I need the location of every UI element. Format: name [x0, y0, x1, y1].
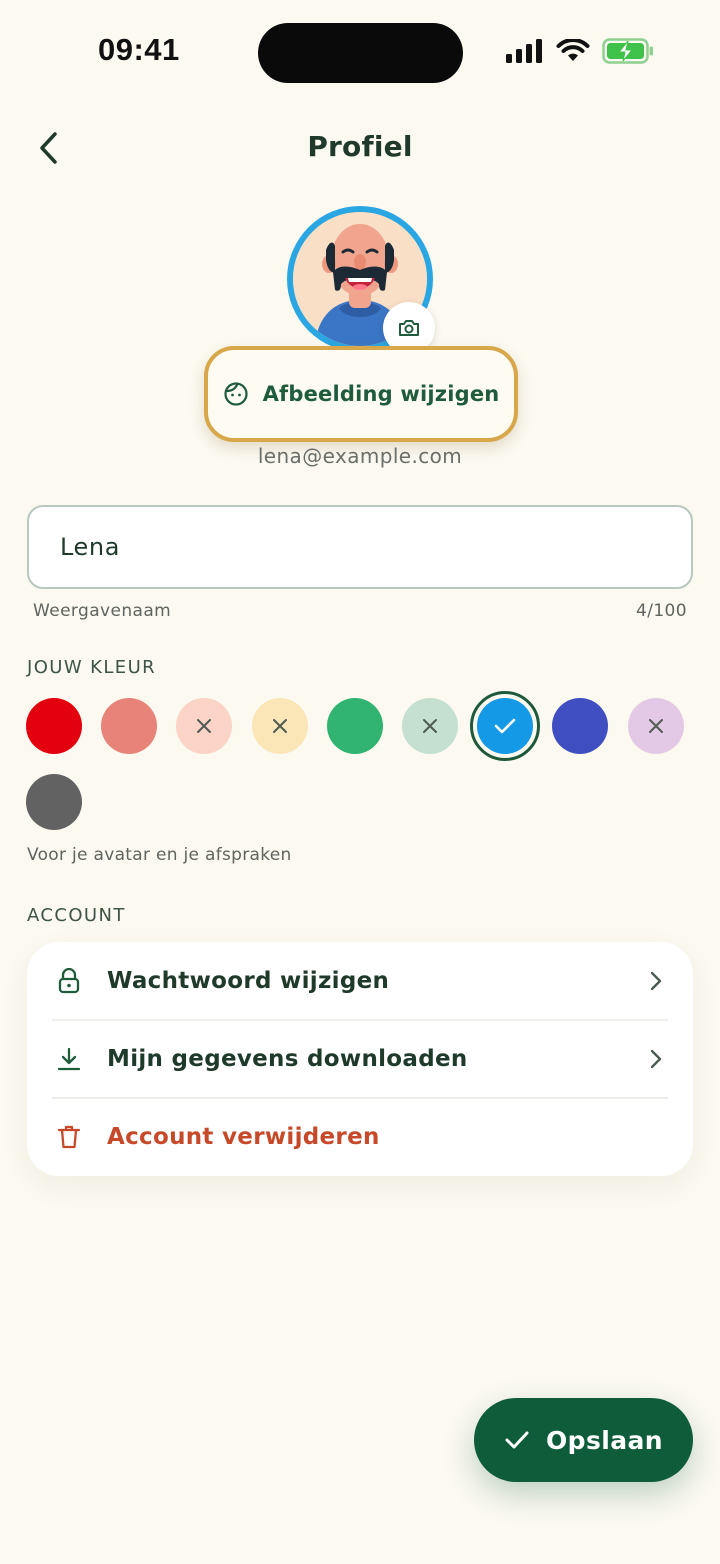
change-password-label: Wachtwoord wijzigen	[107, 968, 390, 994]
color-section-hint: Voor je avatar en je afspraken	[27, 845, 292, 865]
change-picture-button[interactable]: Afbeelding wijzigen	[204, 346, 518, 442]
save-button[interactable]: Opslaan	[474, 1398, 693, 1482]
wifi-icon	[556, 39, 590, 61]
download-data-label: Mijn gegevens downloaden	[107, 1046, 468, 1072]
color-swatch[interactable]	[26, 698, 82, 754]
color-swatch[interactable]	[26, 774, 82, 830]
save-label: Opslaan	[546, 1425, 663, 1455]
close-icon	[197, 719, 212, 733]
color-swatch[interactable]	[326, 698, 383, 754]
color-swatch	[402, 698, 458, 754]
avatar-container	[287, 206, 435, 354]
color-swatch	[176, 698, 233, 754]
status-icons	[506, 38, 654, 64]
color-swatch	[627, 698, 684, 754]
download-icon	[55, 1045, 83, 1073]
cellular-signal-icon	[506, 39, 542, 63]
color-swatch[interactable]	[101, 698, 158, 754]
lock-icon	[55, 967, 83, 995]
battery-charging-icon	[602, 38, 653, 64]
download-data-row[interactable]: Mijn gegevens downloaden	[27, 1020, 693, 1098]
display-name-counter: 4/100	[636, 601, 687, 621]
check-icon	[494, 718, 516, 734]
color-swatch[interactable]	[470, 691, 541, 761]
email-address: lena@example.com	[257, 444, 463, 468]
face-icon	[223, 382, 248, 406]
close-icon	[272, 719, 287, 733]
chevron-right-icon	[650, 971, 662, 991]
color-swatch[interactable]	[552, 698, 609, 754]
camera-icon	[399, 320, 419, 336]
chevron-right-icon	[650, 1049, 662, 1069]
color-swatch	[251, 698, 308, 754]
change-password-row[interactable]: Wachtwoord wijzigen	[27, 942, 693, 1020]
change-picture-label: Afbeelding wijzigen	[262, 382, 500, 406]
close-icon	[648, 719, 663, 733]
display-name-field[interactable]: Lena	[27, 505, 693, 589]
delete-account-row[interactable]: Account verwijderen	[27, 1098, 693, 1176]
color-section-title: JOUW KLEUR	[27, 657, 157, 678]
status-bar: 09:41	[0, 0, 720, 100]
display-name-helper: Weergavenaam	[33, 601, 172, 621]
close-icon	[423, 719, 437, 733]
dynamic-island	[258, 23, 463, 83]
page-title: Profiel	[307, 130, 413, 163]
trash-icon	[55, 1123, 83, 1151]
account-card: Wachtwoord wijzigen Mijn gegevens downlo…	[27, 942, 693, 1176]
account-section-title: ACCOUNT	[27, 905, 126, 926]
delete-account-label: Account verwijderen	[107, 1124, 380, 1150]
status-time: 09:41	[98, 32, 180, 67]
check-icon	[505, 1431, 529, 1449]
